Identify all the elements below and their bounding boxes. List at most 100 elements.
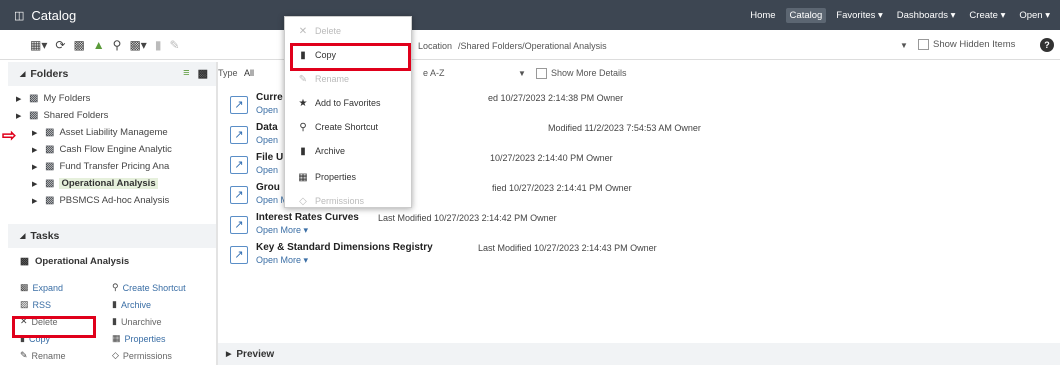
folders-header[interactable]: ◢ Folders ≡ ▩	[8, 62, 216, 86]
show-more-label: Show More Details	[551, 68, 627, 78]
actions-icon[interactable]: ▩▾	[129, 38, 146, 52]
new-folder-icon[interactable]: ▩	[73, 38, 84, 52]
menu-item-delete[interactable]: ✕ Delete	[285, 21, 411, 41]
item-name[interactable]: Key & Standard Dimensions Registry	[256, 242, 433, 253]
analysis-chart-icon: ↗	[230, 126, 248, 144]
catalog-item[interactable]: ↗ Key & Standard Dimensions Registry Last …	[230, 242, 1050, 272]
menu-item-create-shortcut[interactable]: ⚲ Create Shortcut	[285, 117, 411, 137]
task-create-shortcut[interactable]: ⚲ Create Shortcut	[112, 282, 222, 293]
toolbar: ▦▾ ⟳ ▩ ▲ ⚲ ▩▾ ▮ ✎ Location /Shared Folde…	[0, 32, 1060, 60]
task-label: Expand	[32, 282, 64, 293]
task-permissions[interactable]: ◇ Permissions	[112, 350, 222, 361]
location-dropdown-icon[interactable]: ▼	[900, 41, 908, 50]
refresh-icon[interactable]: ⟳	[55, 38, 65, 52]
folder-tree-item[interactable]: ▶ ▩ My Folders	[8, 90, 216, 107]
expand-triangle-icon[interactable]: ▶	[32, 180, 40, 188]
preview-header[interactable]: ▶ Preview	[218, 343, 1060, 365]
expand-triangle-icon[interactable]: ▶	[32, 197, 40, 205]
folder-icon: ▩	[45, 144, 55, 155]
show-hidden-checkbox[interactable]	[918, 39, 929, 50]
folder-icon: ▩	[45, 127, 55, 138]
upload-icon[interactable]: ▲	[93, 38, 105, 52]
expand-triangle-icon[interactable]: ▶	[16, 95, 24, 103]
item-actions[interactable]: Open	[256, 135, 278, 145]
show-more-details[interactable]: Show More Details	[536, 67, 627, 79]
folder-label: Asset Liability Manageme	[59, 127, 168, 138]
menu-item-add-to-favorites[interactable]: ★ Add to Favorites	[285, 93, 411, 113]
folder-icon: ▩	[20, 255, 29, 267]
item-name[interactable]: Grou	[256, 182, 280, 193]
menu-item-rename[interactable]: ✎ Rename	[285, 69, 411, 89]
sort-value[interactable]: e A-Z	[423, 68, 445, 78]
show-hidden-toggle[interactable]: Show Hidden Items	[918, 39, 1015, 50]
nav-catalog[interactable]: Catalog	[785, 8, 827, 23]
nav-home[interactable]: Home	[746, 8, 779, 23]
folder-icon: ▩	[45, 195, 55, 206]
search-icon[interactable]: ⚲	[113, 38, 122, 52]
show-hidden-label: Show Hidden Items	[933, 39, 1016, 50]
folder-icon: ▩	[45, 178, 55, 189]
task-expand[interactable]: ▩ Expand	[20, 282, 112, 293]
menu-item-permissions[interactable]: ◇ Permissions	[285, 191, 411, 211]
folder-tree-item[interactable]: ▶ ▩ Cash Flow Engine Analytic	[8, 141, 216, 158]
item-actions[interactable]: Open More ▾	[256, 255, 308, 266]
menu-item-properties[interactable]: ▦ Properties	[285, 167, 411, 187]
nav-dashboards[interactable]: Dashboards ▾	[893, 8, 960, 23]
task-label: Archive	[120, 299, 151, 310]
task-rss[interactable]: ▨ RSS	[20, 299, 112, 310]
expand-triangle-icon[interactable]: ▶	[32, 146, 40, 154]
highlight-box-copy-menu	[290, 43, 411, 71]
menu-item-archive[interactable]: ▮ Archive	[285, 141, 411, 161]
task-rename[interactable]: ✎ Rename	[20, 350, 112, 361]
location-label: Location	[418, 41, 453, 51]
nav-open[interactable]: Open ▾	[1015, 8, 1054, 23]
app-header: ◫ Catalog Home Catalog Favorites ▾ Dashb…	[0, 0, 1060, 30]
folders-header-icons: ≡ ▩	[183, 67, 208, 80]
folder-tree-item[interactable]: ▶ ▩ PBSMCS Ad-hoc Analysis	[8, 192, 216, 209]
expand-triangle-icon[interactable]: ▶	[16, 112, 24, 120]
task-unarchive[interactable]: ▮ Unarchive	[112, 316, 222, 327]
item-name[interactable]: Curre	[256, 92, 283, 103]
show-more-checkbox[interactable]	[536, 67, 547, 79]
location-path[interactable]: /Shared Folders/Operational Analysis	[458, 41, 607, 51]
folder-label: Cash Flow Engine Analytic	[59, 144, 172, 155]
task-properties[interactable]: ▦ Properties	[112, 333, 222, 344]
folder-tree-item[interactable]: ▶ ▩ Asset Liability Manageme	[8, 124, 216, 141]
sort-dropdown-icon[interactable]: ▼	[518, 69, 526, 78]
copy-toolbar-icon[interactable]: ▮	[155, 38, 162, 52]
view-icon[interactable]: ▦▾	[30, 38, 47, 52]
task-label: Rename	[31, 350, 66, 361]
properties-icon: ▦	[298, 171, 308, 183]
expand-triangle-icon[interactable]: ▶	[32, 129, 40, 137]
item-name[interactable]: File U	[256, 152, 283, 163]
type-value[interactable]: All	[244, 68, 254, 78]
item-actions[interactable]: Open	[256, 165, 278, 175]
tasks-header[interactable]: ◢ Tasks	[8, 224, 216, 248]
expand-triangle-icon[interactable]: ▶	[32, 163, 40, 171]
unarchive-icon: ▮	[112, 316, 117, 326]
menu-item-label: Rename	[315, 74, 350, 84]
folder-tree-item[interactable]: ▶ ▩ Fund Transfer Pricing Ana	[8, 158, 216, 175]
item-actions[interactable]: Open	[256, 105, 278, 115]
tasks-title: Tasks	[30, 230, 60, 242]
catalog-item[interactable]: ↗ Interest Rates Curves Last Modified 10/2…	[230, 212, 1050, 242]
top-nav: Home Catalog Favorites ▾ Dashboards ▾ Cr…	[746, 8, 1054, 23]
folder-label: PBSMCS Ad-hoc Analysis	[59, 195, 170, 206]
task-label: Permissions	[122, 350, 172, 361]
item-name[interactable]: Data	[256, 122, 278, 133]
nav-favorites[interactable]: Favorites ▾	[832, 8, 886, 23]
left-pane: ◢ Folders ≡ ▩ ▶ ▩ My Folders ▶ ▩ Shared Folde…	[2, 62, 216, 365]
item-actions[interactable]: Open More ▾	[256, 225, 308, 236]
type-filter[interactable]: Type All	[218, 68, 254, 78]
item-name[interactable]: Interest Rates Curves	[256, 212, 359, 223]
edit-toolbar-icon[interactable]: ✎	[169, 38, 179, 52]
tree-expand-icon[interactable]: ≡	[183, 67, 189, 80]
folder-action-icon[interactable]: ▩	[198, 67, 208, 80]
collapse-icon: ◢	[20, 71, 26, 78]
help-icon[interactable]: ?	[1040, 38, 1054, 52]
nav-create[interactable]: Create ▾	[965, 8, 1009, 23]
folder-tree-item[interactable]: ▶ ▩ Operational Analysis	[8, 175, 216, 192]
toolbar-icons: ▦▾ ⟳ ▩ ▲ ⚲ ▩▾ ▮ ✎	[30, 38, 180, 52]
folder-tree-item[interactable]: ▶ ▩ Shared Folders	[8, 107, 216, 124]
task-archive[interactable]: ▮ Archive	[112, 299, 222, 310]
